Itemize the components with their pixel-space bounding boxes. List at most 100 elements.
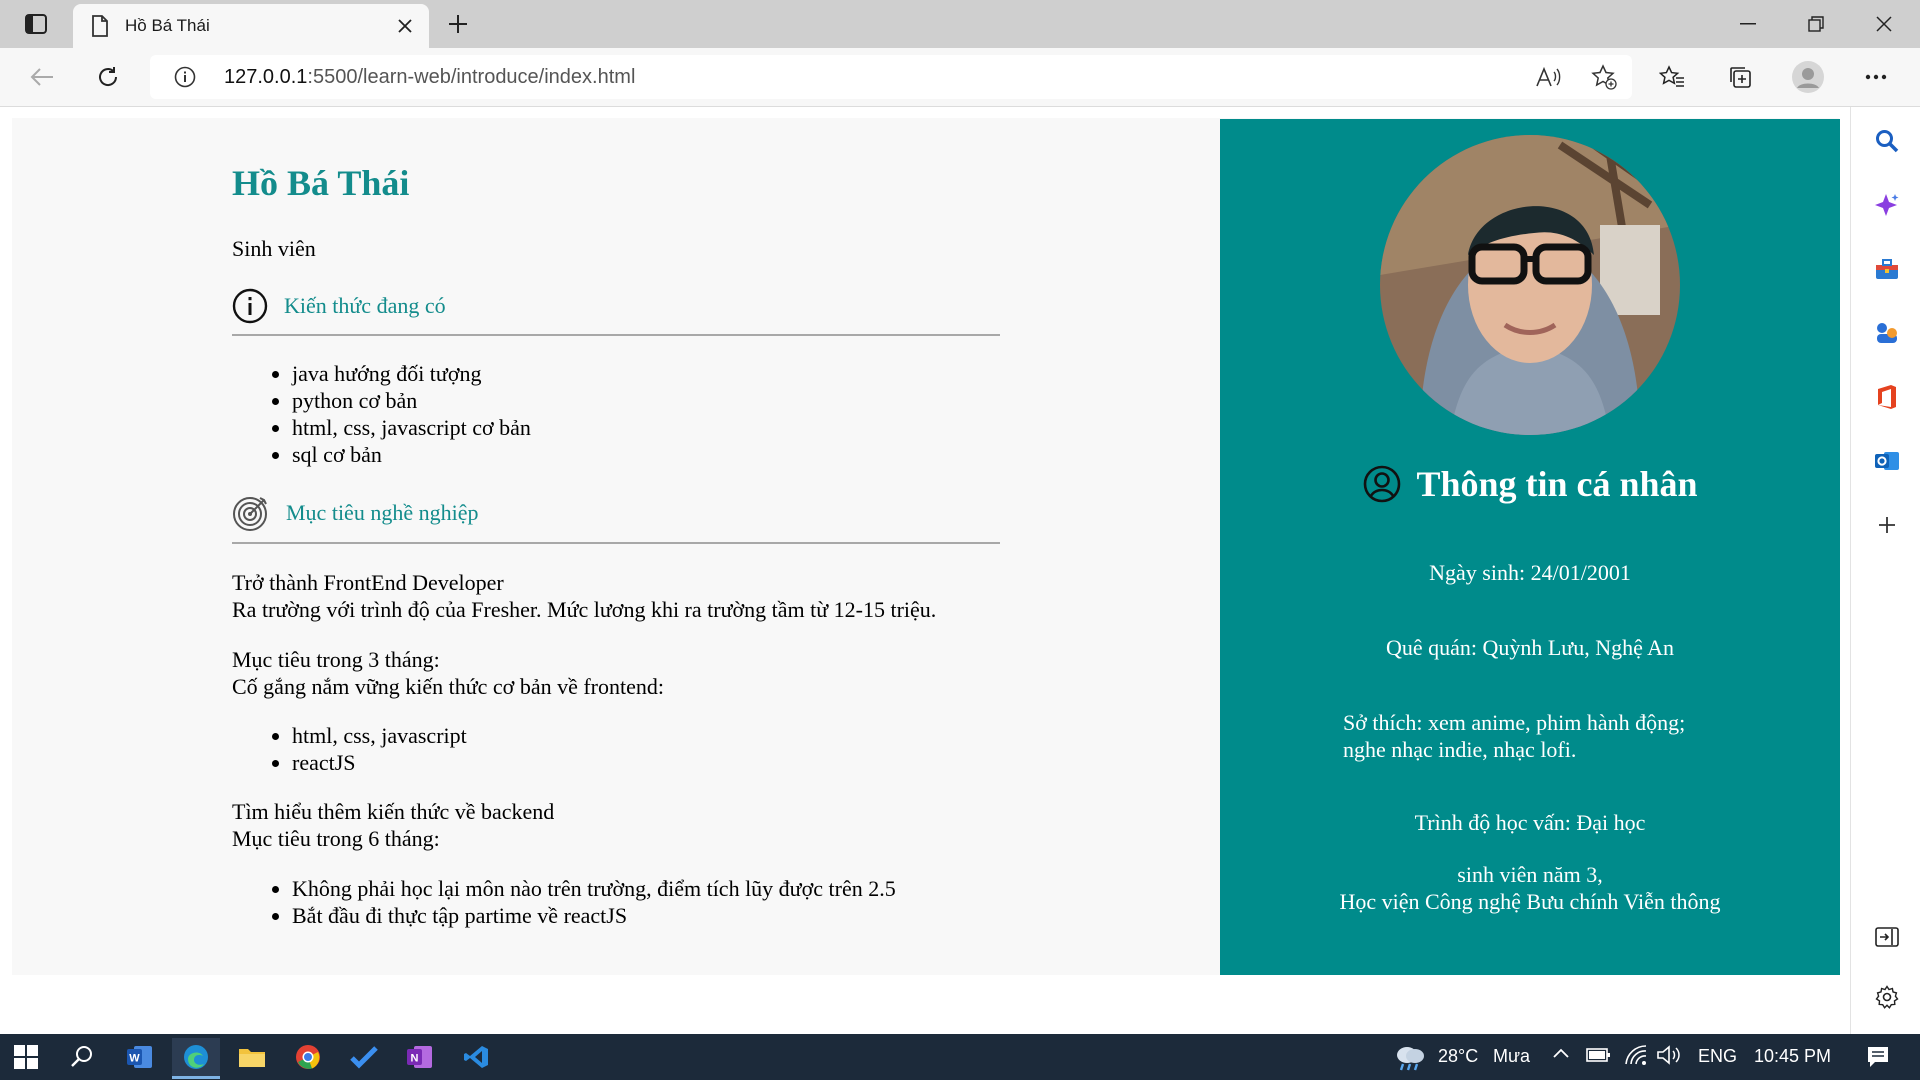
new-tab-button[interactable] xyxy=(440,8,476,40)
info-icon[interactable] xyxy=(174,66,196,88)
folder-icon xyxy=(239,1049,265,1067)
speaker-icon xyxy=(1657,1045,1680,1065)
office-icon xyxy=(1878,385,1896,409)
notifications-button[interactable] xyxy=(1858,1042,1898,1072)
goal-3m-list: html, css, javascript reactJS xyxy=(232,722,467,776)
url-text[interactable]: 127.0.0.1:5500/learn-web/introduce/index… xyxy=(224,66,635,89)
address-bar[interactable]: 127.0.0.1:5500/learn-web/introduce/index… xyxy=(150,55,1632,99)
sidebar-settings-button[interactable] xyxy=(1869,979,1905,1015)
goal-6m-title: Mục tiêu trong 6 tháng: xyxy=(232,826,440,851)
sidebar-office-button[interactable] xyxy=(1869,379,1905,415)
more-menu-button[interactable] xyxy=(1856,58,1896,96)
role-text: Sinh viên xyxy=(232,236,316,261)
file-explorer-button[interactable] xyxy=(228,1038,276,1076)
education-text: Trình độ học vấn: Đại học xyxy=(1414,810,1646,835)
close-icon xyxy=(1876,16,1892,32)
sidebar-discover-button[interactable] xyxy=(1869,187,1905,223)
search-button[interactable] xyxy=(58,1038,106,1076)
rain-cloud-icon xyxy=(1397,1047,1424,1071)
todo-app-button[interactable] xyxy=(340,1038,388,1076)
star-add-icon xyxy=(1591,64,1617,90)
read-aloud-button[interactable] xyxy=(1530,59,1566,95)
browser-toolbar: 127.0.0.1:5500/learn-web/introduce/index… xyxy=(0,48,1920,107)
goals-heading-label: Mục tiêu nghề nghiệp xyxy=(286,500,479,525)
close-window-button[interactable] xyxy=(1850,0,1918,48)
browser-tab[interactable]: Hồ Bá Thái xyxy=(73,4,429,48)
weather-desc: Mưa xyxy=(1493,1046,1531,1066)
goal-line: Trở thành FrontEnd Developer xyxy=(232,570,504,595)
birthday-text: Ngày sinh: 24/01/2001 xyxy=(1429,560,1631,585)
windows-logo-icon xyxy=(14,1045,38,1069)
hobby-line: Sở thích: xem anime, phim hành động; xyxy=(1343,710,1686,735)
list-item: java hướng đối tượng xyxy=(292,360,531,387)
tab-actions-icon xyxy=(25,14,47,34)
tab-title: Hồ Bá Thái xyxy=(125,16,210,35)
profile-photo xyxy=(1380,135,1680,435)
minimize-button[interactable] xyxy=(1714,0,1782,48)
list-item: Không phải học lại môn nào trên trường, … xyxy=(292,875,896,902)
sidebar-add-button[interactable] xyxy=(1869,507,1905,543)
weather-widget[interactable] xyxy=(1390,1040,1430,1074)
edge-app-button[interactable] xyxy=(172,1038,220,1079)
school-line: Học viện Công nghệ Bưu chính Viễn thông xyxy=(1339,889,1721,914)
toolbox-icon xyxy=(1876,259,1898,279)
skills-list: java hướng đối tượng python cơ bản html,… xyxy=(232,360,531,468)
user-icon xyxy=(1364,465,1401,503)
url-host: 127.0.0.1 xyxy=(224,66,308,88)
plus-icon xyxy=(1879,517,1895,533)
page-icon xyxy=(92,15,108,37)
close-icon xyxy=(398,19,412,33)
start-button[interactable] xyxy=(2,1038,50,1076)
chrome-app-button[interactable] xyxy=(284,1038,332,1076)
sidebar-outlook-button[interactable] xyxy=(1869,443,1905,479)
tab-actions-button[interactable] xyxy=(10,8,62,40)
language-indicator[interactable]: ENG xyxy=(1698,1046,1737,1067)
chevron-up-icon xyxy=(1553,1048,1569,1058)
goal-3-months: Mục tiêu trong 3 tháng: Cố gắng nắm vững… xyxy=(232,646,664,700)
onenote-app-button[interactable]: N xyxy=(396,1038,444,1076)
add-favorite-button[interactable] xyxy=(1586,59,1622,95)
profile-button[interactable] xyxy=(1788,58,1828,96)
clock[interactable]: 10:45 PM xyxy=(1754,1046,1831,1067)
battery-icon xyxy=(1586,1048,1610,1062)
refresh-button[interactable] xyxy=(88,58,128,96)
show-hidden-icons-button[interactable] xyxy=(1552,1046,1572,1066)
battery-indicator[interactable] xyxy=(1586,1046,1612,1069)
search-icon xyxy=(1876,130,1899,153)
word-app-button[interactable]: W xyxy=(116,1038,164,1076)
back-button[interactable] xyxy=(22,58,62,96)
url-path: :5500/learn-web/introduce/index.html xyxy=(307,66,636,88)
close-tab-button[interactable] xyxy=(393,14,417,38)
checkmark-icon xyxy=(350,1046,378,1069)
list-item: sql cơ bản xyxy=(292,441,531,468)
vscode-app-button[interactable] xyxy=(452,1038,500,1076)
sidebar-tools-button[interactable] xyxy=(1869,251,1905,287)
list-item: python cơ bản xyxy=(292,387,531,414)
collections-button[interactable] xyxy=(1720,58,1760,96)
hobby-text: Sở thích: xem anime, phim hành động; ngh… xyxy=(1343,709,1823,763)
vscode-icon xyxy=(464,1046,488,1068)
plus-icon xyxy=(449,15,467,33)
restore-button[interactable] xyxy=(1782,0,1850,48)
goal-text: Trở thành FrontEnd Developer Ra trường v… xyxy=(232,569,936,623)
card-title: Thông tin cá nhân xyxy=(1220,463,1840,505)
card-title-text: Thông tin cá nhân xyxy=(1416,464,1698,504)
favorites-button[interactable] xyxy=(1652,58,1692,96)
wifi-indicator[interactable] xyxy=(1624,1044,1648,1071)
sidebar-hide-button[interactable] xyxy=(1869,919,1905,955)
goal-3m-title: Mục tiêu trong 3 tháng: xyxy=(232,647,440,672)
favorites-icon xyxy=(1659,65,1684,87)
sidebar-search-button[interactable] xyxy=(1869,123,1905,159)
more-icon xyxy=(1865,74,1887,80)
word-icon: W xyxy=(127,1046,152,1068)
sidebar-games-button[interactable] xyxy=(1869,315,1905,351)
profile-card: Thông tin cá nhân Ngày sinh: 24/01/2001 … xyxy=(1220,119,1840,975)
volume-indicator[interactable] xyxy=(1656,1044,1682,1071)
list-item: reactJS xyxy=(292,749,467,776)
wifi-icon xyxy=(1625,1045,1647,1065)
sparkle-icon xyxy=(1875,194,1899,216)
hometown-text: Quê quán: Quỳnh Lưu, Nghệ An xyxy=(1385,635,1675,660)
back-arrow-icon xyxy=(30,68,53,86)
hobby-line: nghe nhạc indie, nhạc lofi. xyxy=(1343,737,1577,762)
svg-text:W: W xyxy=(129,1053,140,1065)
